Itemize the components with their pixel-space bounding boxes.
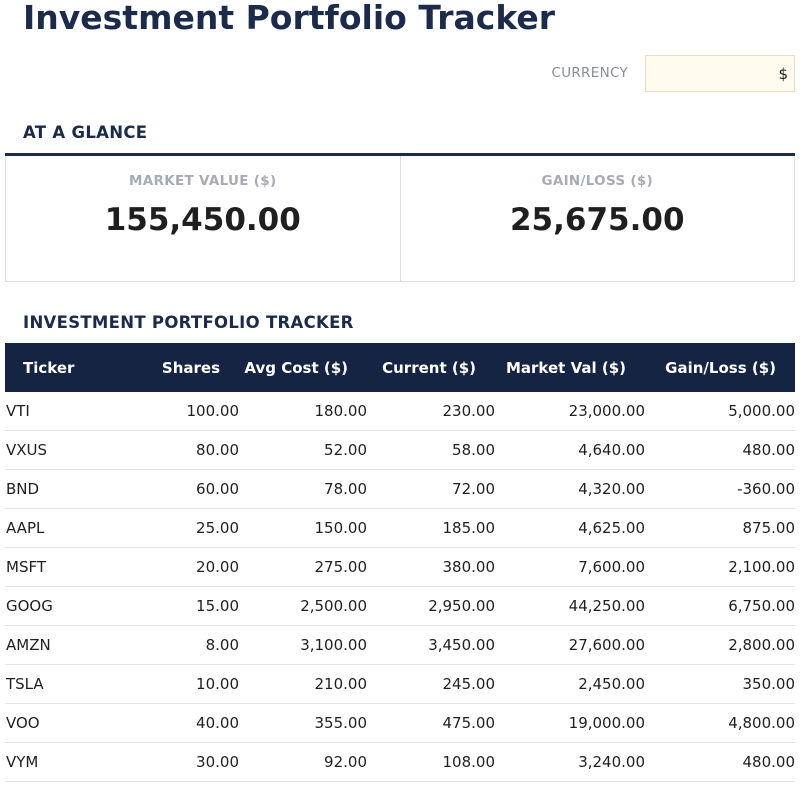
cell-current[interactable]: 245.00 [367, 664, 495, 704]
column-header-shares[interactable]: Shares [136, 343, 239, 392]
cell-ticker[interactable]: TSLA [5, 664, 136, 704]
cell-current[interactable]: 475.00 [367, 703, 495, 743]
cell-avg-cost[interactable]: 210.00 [239, 664, 367, 704]
cell-gain-loss[interactable]: 4,800.00 [645, 703, 795, 743]
cell-ticker[interactable]: AAPL [5, 508, 136, 548]
cell-shares[interactable]: 40.00 [136, 703, 239, 743]
cell-ticker[interactable]: VOO [5, 703, 136, 743]
cell-market-val[interactable]: 4,640.00 [495, 430, 645, 470]
market-value-card: MARKET VALUE ($) 155,450.00 [5, 156, 401, 282]
table-row[interactable]: VXUS 80.00 52.00 58.00 4,640.00 480.00 [5, 430, 795, 470]
cell-gain-loss[interactable]: 480.00 [645, 742, 795, 782]
cell-current[interactable]: 108.00 [367, 742, 495, 782]
currency-input[interactable] [645, 55, 795, 92]
cell-market-val[interactable]: 19,000.00 [495, 703, 645, 743]
cell-avg-cost[interactable]: 180.00 [239, 392, 367, 431]
cell-ticker[interactable]: VXUS [5, 430, 136, 470]
cell-avg-cost[interactable]: 275.00 [239, 547, 367, 587]
column-header-market-val[interactable]: Market Val ($) [495, 343, 645, 392]
gain-loss-label: GAIN/LOSS ($) [541, 173, 654, 189]
cell-avg-cost[interactable]: 3,100.00 [239, 625, 367, 665]
table-row[interactable]: MSFT 20.00 275.00 380.00 7,600.00 2,100.00 [5, 547, 795, 587]
cell-gain-loss[interactable]: 5,000.00 [645, 392, 795, 431]
gain-loss-card: GAIN/LOSS ($) 25,675.00 [400, 156, 795, 282]
cell-gain-loss[interactable]: 2,800.00 [645, 625, 795, 665]
cell-current[interactable]: 3,450.00 [367, 625, 495, 665]
cell-avg-cost[interactable]: 2,500.00 [239, 586, 367, 626]
cell-avg-cost[interactable]: 52.00 [239, 430, 367, 470]
cell-ticker[interactable]: AMZN [5, 625, 136, 665]
cell-avg-cost[interactable]: 92.00 [239, 742, 367, 782]
cell-shares[interactable]: 8.00 [136, 625, 239, 665]
cell-current[interactable]: 58.00 [367, 430, 495, 470]
table-row[interactable]: GOOG 15.00 2,500.00 2,950.00 44,250.00 6,750.… [5, 586, 795, 626]
table-row[interactable]: AAPL 25.00 150.00 185.00 4,625.00 875.00 [5, 508, 795, 548]
cell-current[interactable]: 380.00 [367, 547, 495, 587]
holdings-table: Ticker Shares Avg Cost ($) Current ($) M… [5, 343, 795, 782]
cell-current[interactable]: 72.00 [367, 469, 495, 509]
table-row[interactable]: VTI 100.00 180.00 230.00 23,000.00 5,000.00 [5, 392, 795, 431]
cell-avg-cost[interactable]: 355.00 [239, 703, 367, 743]
cell-ticker[interactable]: GOOG [5, 586, 136, 626]
column-header-gain-loss[interactable]: Gain/Loss ($) [645, 343, 795, 392]
column-header-avg-cost[interactable]: Avg Cost ($) [239, 343, 367, 392]
cell-gain-loss[interactable]: -360.00 [645, 469, 795, 509]
cell-market-val[interactable]: 3,240.00 [495, 742, 645, 782]
cell-market-val[interactable]: 27,600.00 [495, 625, 645, 665]
cell-avg-cost[interactable]: 150.00 [239, 508, 367, 548]
market-value-label: MARKET VALUE ($) [129, 173, 277, 189]
cell-market-val[interactable]: 4,625.00 [495, 508, 645, 548]
cell-market-val[interactable]: 7,600.00 [495, 547, 645, 587]
table-row[interactable]: VOO 40.00 355.00 475.00 19,000.00 4,800.00 [5, 703, 795, 743]
cell-market-val[interactable]: 44,250.00 [495, 586, 645, 626]
cell-market-val[interactable]: 23,000.00 [495, 392, 645, 431]
cell-gain-loss[interactable]: 875.00 [645, 508, 795, 548]
market-value-amount: 155,450.00 [104, 202, 301, 238]
cell-ticker[interactable]: VYM [5, 742, 136, 782]
cell-gain-loss[interactable]: 6,750.00 [645, 586, 795, 626]
cell-shares[interactable]: 10.00 [136, 664, 239, 704]
cell-market-val[interactable]: 4,320.00 [495, 469, 645, 509]
cell-gain-loss[interactable]: 480.00 [645, 430, 795, 470]
cell-shares[interactable]: 100.00 [136, 392, 239, 431]
cell-shares[interactable]: 30.00 [136, 742, 239, 782]
cell-gain-loss[interactable]: 350.00 [645, 664, 795, 704]
glance-heading: AT A GLANCE [23, 123, 148, 142]
cell-ticker[interactable]: BND [5, 469, 136, 509]
cell-ticker[interactable]: VTI [5, 392, 136, 431]
column-header-current[interactable]: Current ($) [367, 343, 495, 392]
cell-shares[interactable]: 20.00 [136, 547, 239, 587]
glance-panel: MARKET VALUE ($) 155,450.00 GAIN/LOSS ($… [5, 153, 795, 282]
cell-current[interactable]: 230.00 [367, 392, 495, 431]
table-row[interactable]: BND 60.00 78.00 72.00 4,320.00 -360.00 [5, 469, 795, 509]
gain-loss-amount: 25,675.00 [509, 202, 685, 238]
cell-shares[interactable]: 15.00 [136, 586, 239, 626]
holdings-body: VTI 100.00 180.00 230.00 23,000.00 5,000.00 VX… [5, 392, 795, 782]
table-header-row: Ticker Shares Avg Cost ($) Current ($) M… [5, 343, 795, 392]
cell-shares[interactable]: 25.00 [136, 508, 239, 548]
table-row[interactable]: VYM 30.00 92.00 108.00 3,240.00 480.00 [5, 742, 795, 782]
currency-label: CURRENCY [551, 65, 628, 81]
tracker-heading: INVESTMENT PORTFOLIO TRACKER [23, 313, 354, 332]
cell-avg-cost[interactable]: 78.00 [239, 469, 367, 509]
column-header-ticker[interactable]: Ticker [5, 343, 136, 392]
cell-shares[interactable]: 60.00 [136, 469, 239, 509]
cell-gain-loss[interactable]: 2,100.00 [645, 547, 795, 587]
cell-shares[interactable]: 80.00 [136, 430, 239, 470]
cell-current[interactable]: 185.00 [367, 508, 495, 548]
table-row[interactable]: TSLA 10.00 210.00 245.00 2,450.00 350.00 [5, 664, 795, 704]
cell-ticker[interactable]: MSFT [5, 547, 136, 587]
cell-current[interactable]: 2,950.00 [367, 586, 495, 626]
cell-market-val[interactable]: 2,450.00 [495, 664, 645, 704]
page-title: Investment Portfolio Tracker [23, 0, 556, 37]
table-row[interactable]: AMZN 8.00 3,100.00 3,450.00 27,600.00 2,800.0… [5, 625, 795, 665]
